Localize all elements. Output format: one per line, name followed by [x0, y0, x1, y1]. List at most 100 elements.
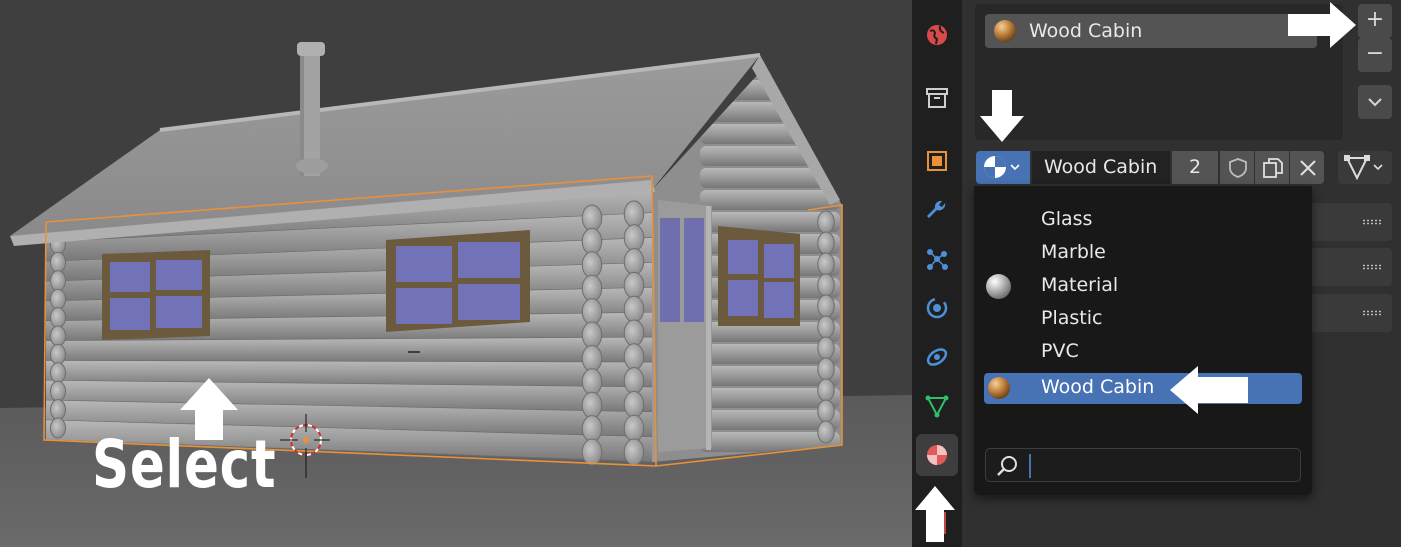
grey-sphere-icon: [986, 274, 1011, 299]
constraints-icon: [926, 348, 948, 366]
log-end: [817, 420, 835, 444]
remove-slot-button[interactable]: −: [1358, 38, 1392, 72]
gable-window: [718, 226, 800, 326]
physics-icon: [926, 297, 948, 319]
log-end: [50, 362, 66, 384]
data-tab[interactable]: [916, 385, 958, 427]
menu-item-marble[interactable]: Marble: [984, 238, 1302, 269]
menu-item-label: Wood Cabin: [1041, 376, 1155, 398]
log-end: [817, 378, 835, 402]
menu-item-wood-cabin[interactable]: Wood Cabin: [984, 373, 1302, 404]
log-end: [50, 399, 66, 421]
select-caption: Select: [92, 426, 277, 503]
log-end: [50, 288, 66, 310]
collection-tab[interactable]: [916, 77, 958, 119]
log-end: [50, 251, 66, 273]
log-end: [623, 319, 645, 347]
log-end: [581, 274, 603, 302]
world-icon: [927, 25, 947, 45]
log-end: [623, 343, 645, 371]
menu-search-field[interactable]: [985, 448, 1301, 482]
node-tree-icon: [1344, 155, 1383, 181]
menu-item-glass[interactable]: Glass: [984, 205, 1302, 236]
log-end: [623, 224, 645, 252]
menu-item-label: Marble: [1041, 241, 1106, 263]
log-end: [581, 251, 603, 279]
log-end: [581, 415, 603, 443]
browse-material-menu: Glass Marble Material Plastic PVC Wood C…: [974, 186, 1312, 495]
drag-grip-icon[interactable]: [1362, 310, 1382, 316]
material-tab[interactable]: [916, 434, 958, 476]
log-end: [50, 270, 66, 292]
log-end: [817, 336, 835, 360]
front-window-right: [386, 230, 530, 332]
menu-item-label: Glass: [1041, 208, 1093, 230]
particles-icon: [927, 249, 948, 270]
wood-sphere-icon: [988, 377, 1010, 399]
object-icon: [927, 151, 947, 171]
log-end: [581, 344, 603, 372]
3d-viewport[interactable]: Select: [0, 0, 912, 547]
menu-item-label: PVC: [1041, 340, 1079, 362]
drag-grip-icon[interactable]: [1362, 264, 1382, 270]
duplicate-material-button[interactable]: [1255, 151, 1289, 184]
log-end: [50, 307, 66, 329]
physics-tab[interactable]: [916, 287, 958, 329]
front-log: [46, 337, 652, 363]
log-end: [817, 252, 835, 276]
particles-tab[interactable]: [916, 238, 958, 280]
annotation-arrow-left: [1170, 366, 1248, 414]
log-end: [623, 414, 645, 442]
modifier-tab[interactable]: [916, 189, 958, 231]
node-tree-button[interactable]: [1338, 151, 1392, 184]
duplicate-icon: [1263, 158, 1283, 178]
browse-material-button[interactable]: [976, 151, 1030, 184]
object-tab[interactable]: [916, 140, 958, 182]
log-end: [581, 321, 603, 349]
log-end: [817, 273, 835, 297]
log-end: [623, 367, 645, 395]
close-icon: [1300, 160, 1316, 176]
constraints-tab[interactable]: [916, 336, 958, 378]
wood-sphere-icon: [994, 20, 1016, 42]
fake-user-button[interactable]: [1220, 151, 1254, 184]
unlink-material-button[interactable]: [1290, 151, 1324, 184]
log-end: [581, 227, 603, 255]
search-icon: [997, 456, 1017, 476]
material-browse-icon: [984, 156, 1020, 178]
mesh-data-icon: [925, 395, 949, 418]
log-end: [623, 271, 645, 299]
log-end: [50, 380, 66, 402]
slot-specials-button[interactable]: [1358, 85, 1392, 119]
front-window-left: [102, 250, 210, 340]
menu-item-plastic[interactable]: Plastic: [984, 304, 1302, 335]
wrench-icon: [927, 200, 946, 218]
menu-item-label: Material: [1041, 274, 1119, 296]
user-count-button[interactable]: 2: [1172, 151, 1218, 184]
world-tab[interactable]: [916, 14, 958, 56]
log-end: [581, 298, 603, 326]
annotation-arrow-up: [915, 486, 955, 542]
menu-item-material[interactable]: Material: [984, 271, 1302, 302]
log-end: [581, 438, 603, 466]
text-caret: [1029, 454, 1031, 478]
log-end: [623, 390, 645, 418]
add-slot-button[interactable]: +: [1358, 4, 1392, 38]
material-name-field[interactable]: Wood Cabin: [1032, 151, 1170, 184]
log-end: [817, 315, 835, 339]
annotation-arrow-right: [1288, 2, 1356, 48]
log-end: [623, 438, 645, 466]
menu-item-pvc[interactable]: PVC: [984, 337, 1302, 368]
log-end: [817, 357, 835, 381]
material-icon: [927, 445, 947, 465]
drag-grip-icon[interactable]: [1362, 219, 1382, 225]
log-ends-left: [50, 233, 66, 439]
collection-box-icon: [926, 88, 948, 108]
log-end: [817, 399, 835, 423]
log-end: [581, 391, 603, 419]
log-end: [50, 343, 66, 365]
material-datablock: Wood Cabin 2: [976, 151, 1324, 184]
log-ends-right: [817, 210, 835, 444]
log-end: [623, 200, 645, 228]
material-slot-item[interactable]: Wood Cabin: [985, 14, 1317, 48]
